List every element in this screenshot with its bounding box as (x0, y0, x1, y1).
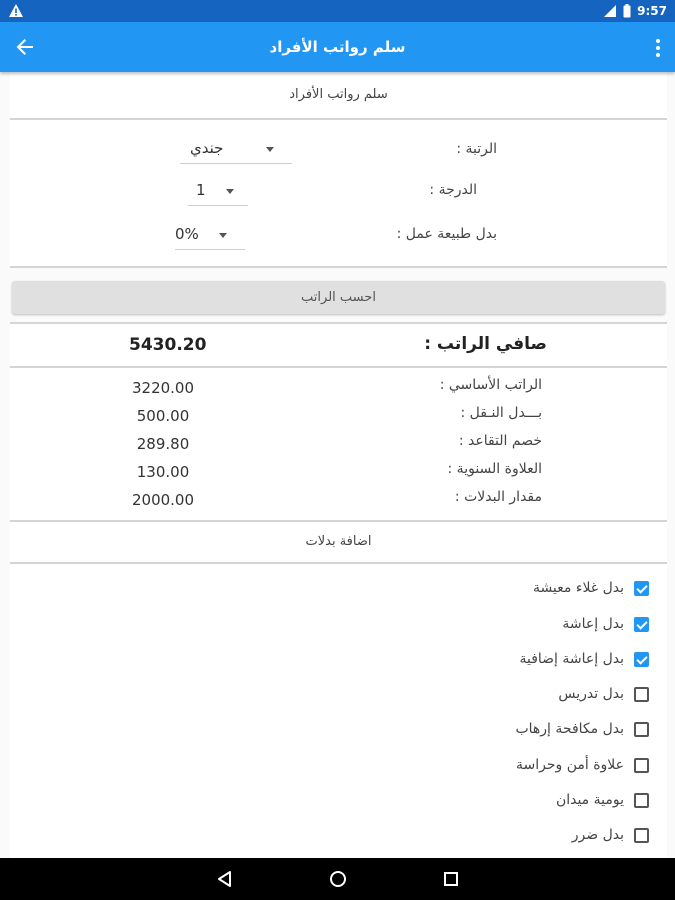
checkbox-checked-icon[interactable] (634, 616, 649, 632)
checkbox-label: بدل مكافحة إرهاب (515, 721, 624, 737)
app-title: سلم رواتب الأفراد (269, 38, 406, 56)
app-bar: سلم رواتب الأفراد (0, 22, 675, 72)
checkbox-unchecked-icon[interactable] (634, 792, 649, 808)
checkbox-label: علاوة أمن وحراسة (515, 757, 624, 773)
grade-value: 1 (196, 181, 206, 199)
checkbox-label: بدل ضرر (571, 827, 624, 843)
back-triangle-icon[interactable] (215, 869, 235, 889)
status-time: 9:57 (637, 4, 667, 18)
calculate-salary-button[interactable]: احسب الراتب (12, 281, 665, 314)
checkbox-label: يومية ميدان (555, 792, 624, 808)
annual-increment-label: العلاوة السنوية : (447, 461, 542, 477)
checkbox-label: بدل إعاشة إضافية (519, 651, 624, 667)
net-salary-card (10, 324, 667, 366)
checkbox-checked-icon[interactable] (634, 651, 649, 667)
work-allowance-label: بدل طبيعة عمل : (396, 226, 497, 242)
allowance-subsistence[interactable]: بدل إعاشة (562, 612, 649, 636)
allowances-card (10, 564, 667, 858)
rank-dropdown[interactable]: جندي (180, 136, 292, 164)
annual-increment-value: 130.00 (136, 463, 190, 481)
overflow-menu-icon[interactable] (655, 37, 661, 57)
grade-label: الدرجة : (429, 182, 477, 198)
allowances-header: اضافة بدلات (305, 534, 372, 549)
navigation-bar (0, 858, 675, 900)
chevron-down-icon (219, 233, 227, 238)
net-salary-value: 5430.20 (129, 335, 207, 355)
checkbox-label: بدل تدريس (558, 686, 624, 702)
basic-salary-label: الراتب الأساسي : (439, 377, 542, 393)
rank-value: جندي (190, 139, 224, 157)
allowance-extra-subsistence[interactable]: بدل إعاشة إضافية (519, 647, 649, 671)
allowance-hazard[interactable]: بدل ضرر (572, 823, 649, 847)
allowances-total-label: مقدار البدلات : (454, 489, 542, 505)
retirement-deduction-value: 289.80 (136, 435, 190, 453)
checkbox-checked-icon[interactable] (634, 580, 649, 596)
allowances-header-card: اضافة بدلات (10, 522, 667, 562)
checkbox-unchecked-icon[interactable] (634, 757, 649, 773)
checkbox-label: بدل غلاء معيشة (532, 580, 624, 596)
checkbox-unchecked-icon[interactable] (634, 827, 649, 843)
allowance-teaching[interactable]: بدل تدريس (558, 682, 649, 706)
signal-icon (604, 5, 617, 17)
allowances-total-value: 2000.00 (131, 491, 195, 509)
content: سلم رواتب الأفراد الرتبة : جندي الدرجة :… (0, 72, 675, 858)
warning-icon (9, 4, 23, 17)
form-card: الرتبة : جندي الدرجة : 1 بدل طبيعة عمل :… (10, 120, 667, 266)
recents-square-icon[interactable] (441, 869, 461, 889)
allowance-field-daily[interactable]: يومية ميدان (556, 788, 649, 812)
basic-salary-value: 3220.00 (131, 379, 195, 397)
transport-allowance-label: بـــدل النـقل : (460, 405, 542, 421)
checkbox-label: بدل إعاشة (562, 616, 624, 632)
rank-label: الرتبة : (456, 141, 497, 157)
retirement-deduction-label: خصم التقاعد : (458, 433, 542, 449)
grade-dropdown[interactable]: 1 (188, 178, 248, 206)
battery-icon (623, 4, 631, 18)
checkbox-unchecked-icon[interactable] (634, 686, 649, 702)
chevron-down-icon (226, 189, 234, 194)
status-bar: 9:57 (0, 0, 675, 22)
allowance-security-guard[interactable]: علاوة أمن وحراسة (516, 753, 649, 777)
header-card: سلم رواتب الأفراد (10, 72, 667, 118)
transport-allowance-value: 500.00 (136, 407, 190, 425)
home-circle-icon[interactable] (328, 869, 348, 889)
net-salary-label: صافي الراتب : (424, 334, 547, 354)
work-allowance-dropdown[interactable]: 0% (175, 222, 245, 250)
header-title: سلم رواتب الأفراد (289, 87, 388, 102)
breakdown-card (10, 368, 667, 520)
allowance-counter-terrorism[interactable]: بدل مكافحة إرهاب (515, 717, 649, 741)
work-allowance-value: 0% (175, 225, 199, 243)
status-right: 9:57 (603, 0, 667, 22)
chevron-down-icon (266, 147, 274, 152)
divider (10, 266, 667, 268)
allowance-living-cost[interactable]: بدل غلاء معيشة (533, 576, 649, 600)
checkbox-unchecked-icon[interactable] (634, 721, 649, 737)
